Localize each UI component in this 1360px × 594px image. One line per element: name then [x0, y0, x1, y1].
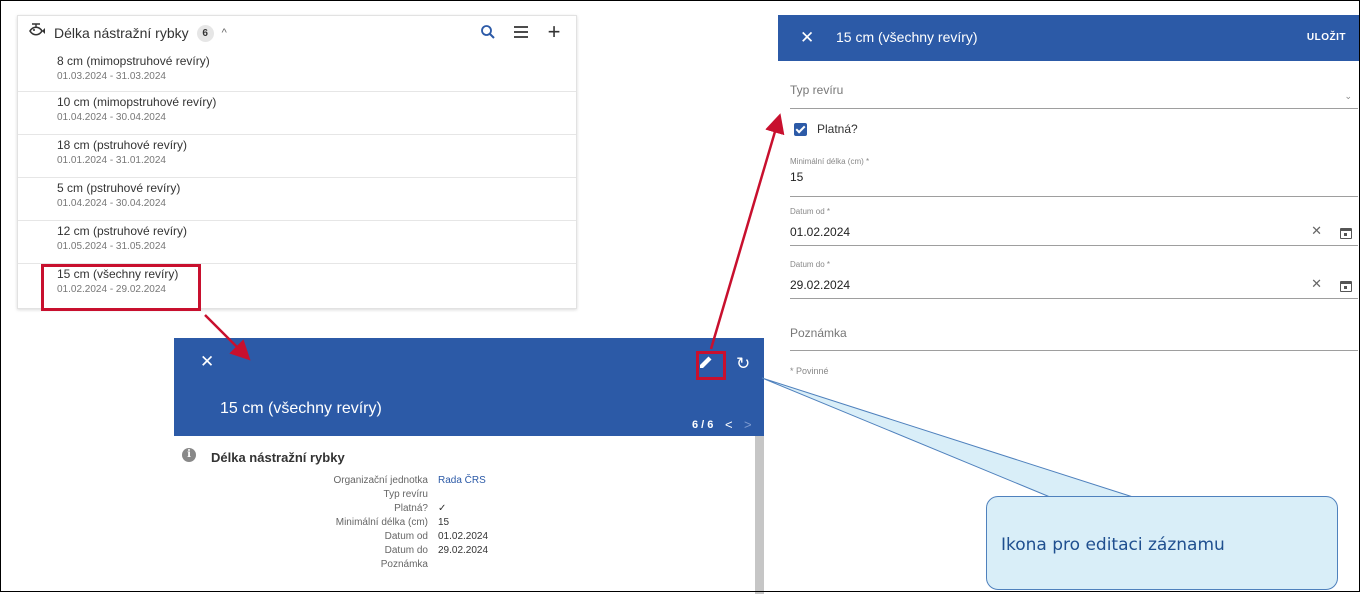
- min-length-value[interactable]: 15: [790, 170, 1358, 184]
- detail-row: Datum od 01.02.2024: [174, 531, 574, 545]
- detail-row: Poznámka: [174, 559, 574, 573]
- detail-label: Platná?: [394, 503, 428, 514]
- annotation-callout: Ikona pro editaci záznamu: [986, 496, 1338, 590]
- list-item[interactable]: 5 cm (pstruhové revíry) 01.04.2024 - 30.…: [18, 178, 576, 221]
- detail-title: 15 cm (všechny revíry): [220, 400, 382, 417]
- list-item[interactable]: 18 cm (pstruhové revíry) 01.01.2024 - 31…: [18, 135, 576, 178]
- date-from-label: Datum od *: [790, 207, 831, 216]
- detail-value[interactable]: Rada ČRS: [438, 475, 486, 486]
- date-from-field[interactable]: Datum od * 01.02.2024 ✕: [790, 207, 1358, 246]
- valid-checkbox[interactable]: [794, 122, 807, 136]
- edit-header: ✕ 15 cm (všechny revíry) ULOŽIT: [778, 15, 1360, 61]
- edit-title: 15 cm (všechny revíry): [836, 29, 978, 45]
- list-item-title: 18 cm (pstruhové revíry): [57, 138, 188, 152]
- chevron-up-icon[interactable]: ^: [222, 27, 227, 39]
- check-icon: ✓: [438, 503, 447, 514]
- chevron-right-icon[interactable]: >: [744, 417, 752, 432]
- highlight-edit-icon: [696, 351, 726, 380]
- detail-row: Typ revíru: [174, 489, 574, 503]
- list-item[interactable]: 8 cm (mimopstruhové revíry) 01.03.2024 -…: [18, 54, 576, 92]
- list-item-title: 5 cm (pstruhové revíry): [57, 181, 181, 195]
- list-item-dates: 01.03.2024 - 31.03.2024: [57, 71, 166, 82]
- detail-label: Datum do: [384, 545, 428, 556]
- detail-label: Organizační jednotka: [333, 475, 428, 486]
- min-length-field[interactable]: Minimální délka (cm) * 15: [790, 157, 1358, 197]
- chevron-left-icon[interactable]: <: [725, 417, 733, 432]
- detail-label: Typ revíru: [383, 489, 428, 500]
- detail-value: 01.02.2024: [438, 531, 489, 542]
- detail-label: Poznámka: [380, 559, 428, 570]
- calendar-icon[interactable]: [1340, 228, 1352, 239]
- pager-indicator: 6 / 6: [692, 419, 714, 431]
- close-icon[interactable]: ✕: [200, 352, 214, 372]
- add-icon[interactable]: +: [544, 21, 564, 43]
- list-item[interactable]: 10 cm (mimopstruhové revíry) 01.04.2024 …: [18, 92, 576, 135]
- detail-row: Minimální délka (cm) 15: [174, 517, 574, 531]
- detail-body: i Délka nástražní rybky Organizační jedn…: [174, 436, 764, 594]
- detail-row: Datum do 29.02.2024: [174, 545, 574, 559]
- highlight-selected-item: [41, 264, 201, 311]
- clear-icon[interactable]: ✕: [1311, 276, 1322, 292]
- menu-icon[interactable]: [511, 22, 531, 42]
- arrow-to-edit-form: [709, 113, 785, 350]
- search-icon[interactable]: [478, 22, 498, 42]
- date-to-field[interactable]: Datum do * 29.02.2024 ✕: [790, 260, 1358, 299]
- refresh-icon[interactable]: ↻: [736, 354, 750, 374]
- detail-value: 29.02.2024: [438, 545, 489, 556]
- type-label: Typ revíru: [790, 83, 844, 97]
- date-to-label: Datum do *: [790, 260, 831, 269]
- close-icon[interactable]: ✕: [800, 28, 814, 48]
- list-item-dates: 01.05.2024 - 31.05.2024: [57, 241, 166, 252]
- date-from-value[interactable]: 01.02.2024: [790, 225, 1358, 239]
- clear-icon[interactable]: ✕: [1311, 223, 1322, 239]
- save-button[interactable]: ULOŽIT: [1307, 32, 1346, 43]
- detail-label: Minimální délka (cm): [335, 517, 428, 528]
- scrollbar[interactable]: [755, 436, 764, 594]
- detail-panel: ✕ ↻ 15 cm (všechny revíry) 6 / 6 < > i D…: [174, 338, 764, 594]
- detail-label: Datum od: [384, 531, 428, 542]
- list-item-title: 12 cm (pstruhové revíry): [57, 224, 188, 238]
- callout-text: Ikona pro editaci záznamu: [1001, 535, 1225, 555]
- note-label: Poznámka: [790, 326, 847, 340]
- required-note: * Povinné: [790, 366, 829, 376]
- detail-row: Platná? ✓: [174, 503, 574, 517]
- list-item[interactable]: 12 cm (pstruhové revíry) 01.05.2024 - 31…: [18, 221, 576, 264]
- detail-row: Organizační jednotka Rada ČRS: [174, 475, 574, 489]
- detail-value: 15: [438, 517, 450, 528]
- list-item-dates: 01.01.2024 - 31.01.2024: [57, 155, 166, 166]
- list-title: Délka nástražní rybky: [54, 25, 189, 41]
- min-length-label: Minimální délka (cm) *: [790, 157, 870, 166]
- count-badge: 6: [196, 24, 214, 42]
- detail-header: ✕ ↻ 15 cm (všechny revíry) 6 / 6 < >: [174, 338, 764, 436]
- type-select[interactable]: Typ revíru ⌄: [790, 83, 1358, 109]
- note-field[interactable]: Poznámka: [790, 326, 1358, 351]
- chevron-down-icon: ⌄: [1344, 91, 1352, 101]
- section-title: Délka nástražní rybky: [211, 450, 345, 465]
- list-item-dates: 01.04.2024 - 30.04.2024: [57, 198, 166, 209]
- info-icon: i: [182, 448, 196, 462]
- valid-label: Platná?: [817, 122, 858, 136]
- calendar-icon[interactable]: [1340, 281, 1352, 292]
- fish-icon: [28, 22, 46, 44]
- list-item-title: 10 cm (mimopstruhové revíry): [57, 95, 217, 109]
- date-to-value[interactable]: 29.02.2024: [790, 278, 1358, 292]
- valid-checkbox-row[interactable]: Platná?: [794, 122, 858, 136]
- list-item-title: 8 cm (mimopstruhové revíry): [57, 54, 210, 68]
- list-header: Délka nástražní rybky 6 ^ +: [18, 16, 576, 50]
- list-item-dates: 01.04.2024 - 30.04.2024: [57, 112, 166, 123]
